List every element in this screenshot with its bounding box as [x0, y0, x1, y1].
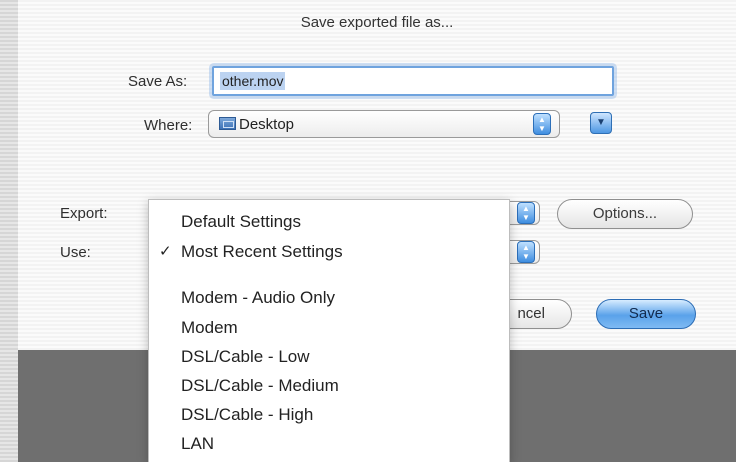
menu-item-label: Modem - Audio Only: [181, 288, 336, 307]
menu-item-dsl-cable-low[interactable]: DSL/Cable - Low: [149, 343, 509, 371]
checkmark-icon: ✓: [159, 243, 172, 260]
where-popup[interactable]: Desktop ▲ ▼: [208, 110, 560, 138]
export-label: Export:: [60, 205, 108, 222]
screen: Save exported file as... Save As: other.…: [0, 0, 736, 462]
menu-item-dsl-cable-high[interactable]: DSL/Cable - High: [149, 401, 509, 429]
menu-item-modem[interactable]: Modem: [149, 314, 509, 342]
menu-item-label: DSL/Cable - Medium: [181, 376, 339, 395]
menu-item-label: Modem: [181, 318, 238, 337]
menu-item-label: Most Recent Settings: [181, 242, 343, 261]
menu-item-label: LAN: [181, 434, 215, 453]
menu-item-label: Default Settings: [181, 212, 302, 231]
popup-stepper-icon: ▲ ▼: [517, 202, 535, 224]
use-label: Use:: [60, 244, 91, 261]
options-button[interactable]: Options...: [557, 199, 693, 229]
background-stripes: [0, 0, 18, 462]
save-as-input[interactable]: other.mov: [212, 66, 614, 96]
menu-item-lan[interactable]: LAN: [149, 430, 509, 458]
save-as-label: Save As:: [128, 73, 188, 90]
popup-stepper-icon: ▲ ▼: [533, 113, 551, 135]
save-button[interactable]: Save: [596, 299, 696, 329]
menu-item-label: DSL/Cable - Low: [181, 347, 310, 366]
where-label: Where:: [144, 117, 193, 134]
menu-item-modem-audio-only[interactable]: Modem - Audio Only: [149, 284, 509, 312]
popup-stepper-icon: ▲ ▼: [517, 241, 535, 263]
disclosure-icon[interactable]: ▼: [590, 112, 612, 134]
save-as-value[interactable]: other.mov: [220, 72, 286, 90]
dialog-title: Save exported file as...: [300, 14, 454, 31]
use-settings-menu[interactable]: Default Settings ✓ Most Recent Settings …: [148, 199, 510, 462]
folder-icon: [219, 117, 236, 130]
menu-item-label: DSL/Cable - High: [181, 405, 314, 424]
menu-item-dsl-cable-medium[interactable]: DSL/Cable - Medium: [149, 372, 509, 400]
menu-item-most-recent-settings[interactable]: ✓ Most Recent Settings: [149, 238, 509, 266]
menu-item-default-settings[interactable]: Default Settings: [149, 208, 509, 236]
where-popup-content: Desktop: [219, 116, 294, 133]
where-value: Desktop: [239, 116, 295, 133]
